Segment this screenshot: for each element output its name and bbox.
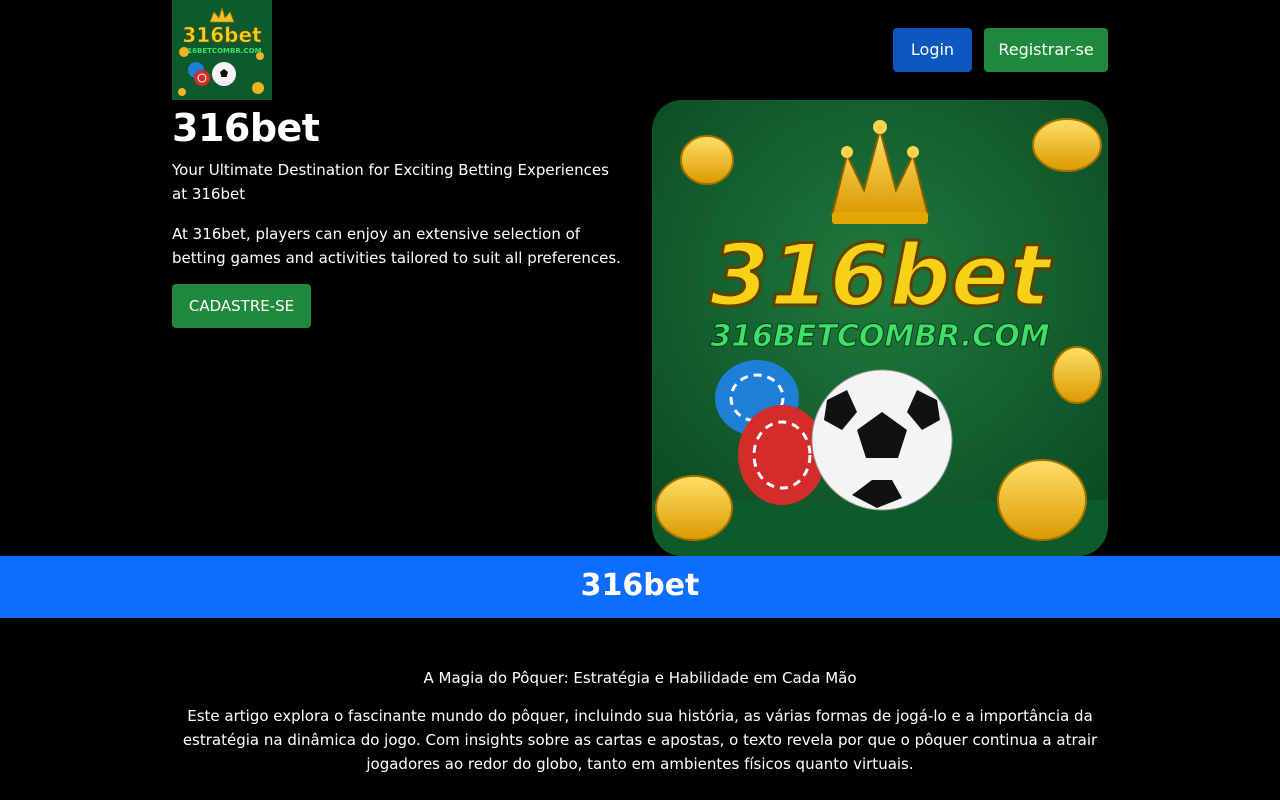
logo-domain: 316BETCOMBR.COM xyxy=(182,47,261,55)
article-section: A Magia do Pôquer: Estratégia e Habilida… xyxy=(172,664,1108,776)
login-button[interactable]: Login xyxy=(893,28,972,72)
red-chip-icon xyxy=(738,405,826,505)
site-header: 316bet 316BETCOMBR.COM Login Registrar-s… xyxy=(172,0,1108,100)
soccer-ball-icon xyxy=(811,369,953,511)
banner-domain: 316BETCOMBR.COM xyxy=(710,319,1049,354)
site-logo[interactable]: 316bet 316BETCOMBR.COM xyxy=(172,0,272,100)
article-body: Este artigo explora o fascinante mundo d… xyxy=(182,707,1098,773)
signup-cta-button[interactable]: CADASTRE-SE xyxy=(172,284,311,328)
hero-subtitle: Your Ultimate Destination for Exciting B… xyxy=(172,161,609,203)
article-title: A Magia do Pôquer: Estratégia e Habilida… xyxy=(423,669,857,687)
hero-banner-image: 316bet 316BETCOMBR.COM xyxy=(652,100,1108,556)
brand-band: 316bet xyxy=(0,556,1280,618)
banner-wordmark: 316bet xyxy=(710,226,1053,326)
red-chip-icon xyxy=(194,70,210,86)
hero-section: 316bet Your Ultimate Destination for Exc… xyxy=(172,100,622,328)
logo-wordmark: 316bet xyxy=(182,23,262,47)
page-title: 316bet xyxy=(172,106,320,150)
hero-description: At 316bet, players can enjoy an extensiv… xyxy=(172,225,621,267)
register-button[interactable]: Registrar-se xyxy=(984,28,1108,72)
band-title: 316bet xyxy=(580,568,700,603)
